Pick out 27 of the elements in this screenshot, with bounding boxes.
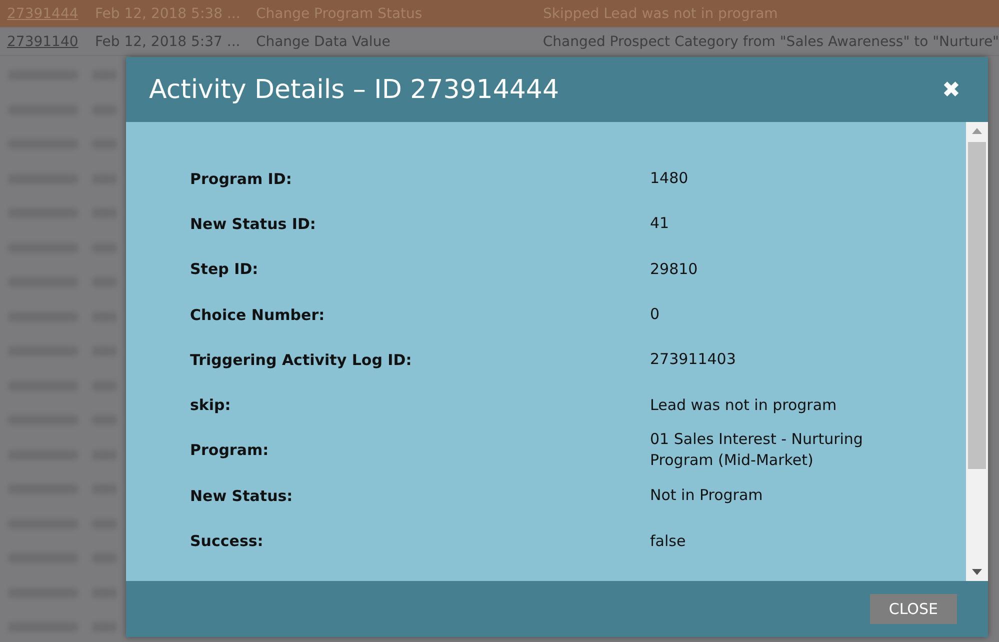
scrollbar-thumb[interactable] — [968, 142, 986, 469]
field-value: 1480 — [650, 168, 690, 190]
field-value: 273911403 — [650, 349, 737, 370]
scrollbar[interactable] — [966, 122, 988, 581]
field-value: 29810 — [650, 258, 699, 280]
field-label: Success: — [190, 532, 264, 550]
field-label: skip: — [190, 396, 232, 414]
field-value: 0 — [650, 304, 661, 326]
field-label: Step ID: — [190, 260, 260, 278]
activity-type: Change Data Value — [256, 34, 392, 50]
activity-detail: Changed Prospect Category from "Sales Awareness" to "Nurture" — [542, 34, 999, 50]
activity-row[interactable]: 27391140 Feb 12, 2018 5:37 ... Change Data Value Changed Prospect Category from "Sales Awareness" to "Nurture" — [0, 28, 999, 56]
field-value: Lead was not in program — [650, 394, 838, 416]
field-label: Triggering Activity Log ID: — [190, 350, 413, 369]
field-label: New Status: — [190, 486, 294, 505]
dialog-title: Activity Details – ID 273914444 — [149, 74, 559, 104]
activity-id-link[interactable]: 27391140 — [0, 34, 87, 50]
field-value: false — [650, 530, 687, 552]
field-label: Program ID: — [190, 170, 293, 188]
field-label: Program: — [190, 441, 270, 460]
field-value: 01 Sales Interest - Nurturing Program (Mid-Market) — [650, 429, 864, 472]
field-label: Choice Number: — [190, 306, 326, 324]
activity-date: Feb 12, 2018 5:37 ... — [94, 34, 242, 50]
field-label: New Status ID: — [190, 214, 317, 233]
field-value: Not in Program — [650, 485, 764, 506]
close-button[interactable]: CLOSE — [870, 594, 957, 624]
field-value: 41 — [650, 213, 670, 234]
